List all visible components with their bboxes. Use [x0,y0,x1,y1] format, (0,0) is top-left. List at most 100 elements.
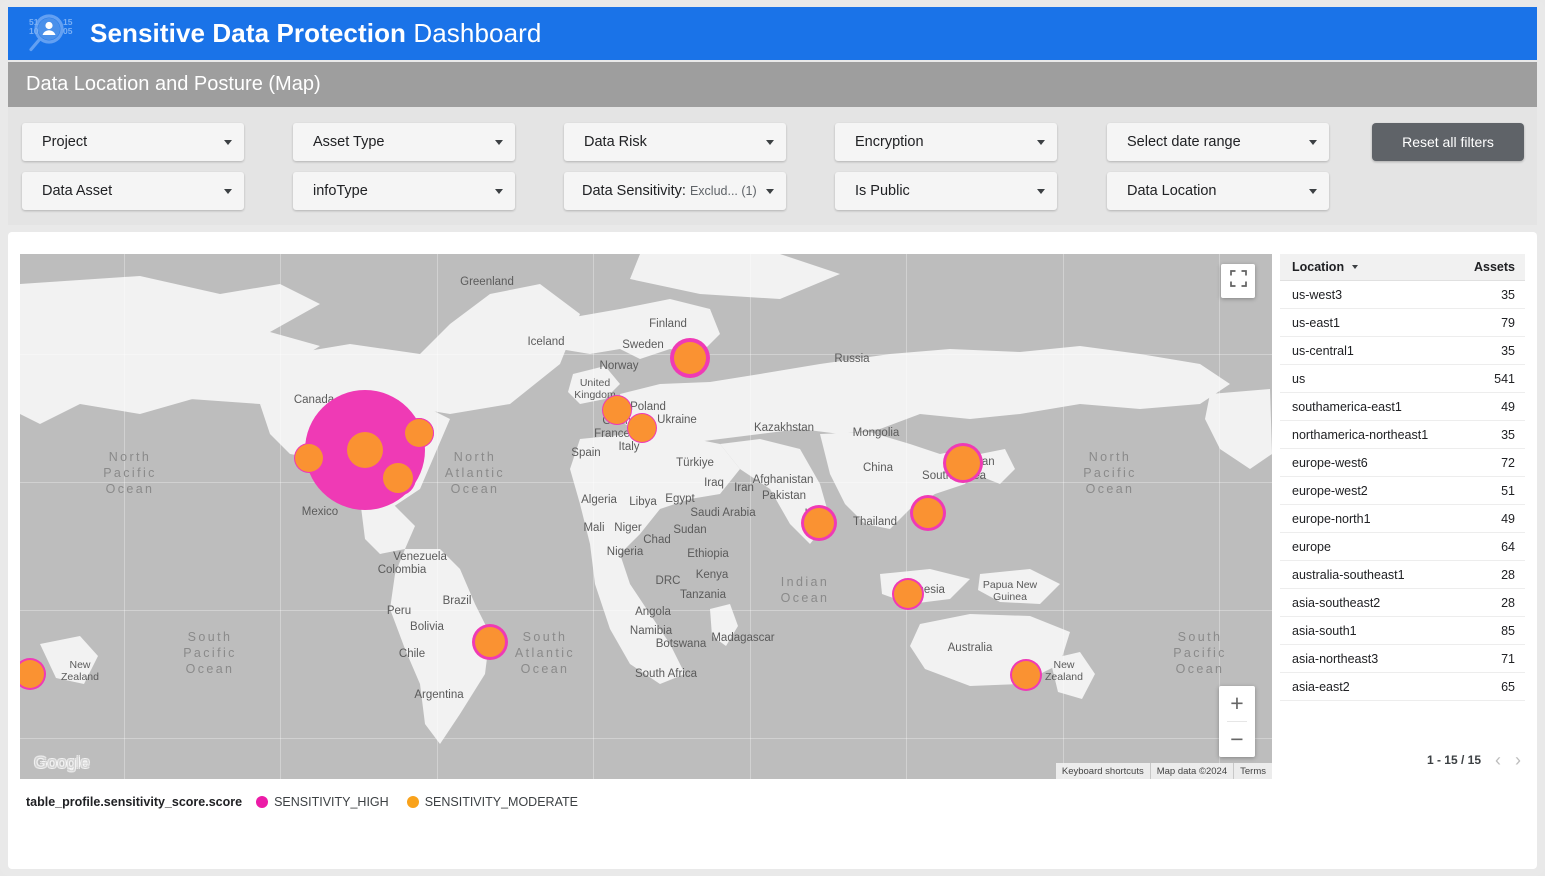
page-title: Sensitive Data Protection Dashboard [90,18,541,49]
cell-assets: 541 [1494,372,1515,386]
map-country-label: Norway [600,360,639,372]
map-data-bubble[interactable] [670,338,710,378]
filter-data-location[interactable]: Data Location [1107,172,1329,210]
chevron-down-icon [224,189,232,194]
cell-assets: 35 [1501,288,1515,302]
map-data-bubble[interactable] [892,578,924,610]
map-gridline-vertical [1063,254,1064,779]
legend-item-moderate[interactable]: SENSITIVITY_MODERATE [407,795,578,809]
cell-assets: 64 [1501,540,1515,554]
map-data-bubble[interactable] [801,505,837,541]
chevron-down-icon [1037,189,1045,194]
table-row[interactable]: us 541 [1280,365,1525,393]
map-country-label: France [594,428,630,440]
cell-assets: 49 [1501,512,1515,526]
sort-descending-icon[interactable] [1352,265,1358,269]
map-data-bubble[interactable] [1010,659,1042,691]
map-zoom-out-button[interactable]: − [1219,722,1255,757]
column-header-location[interactable]: Location [1292,260,1344,274]
filter-encryption-label: Encryption [855,134,1029,150]
table-row[interactable]: asia-southeast228 [1280,589,1525,617]
cell-assets: 85 [1501,624,1515,638]
map-data-bubble[interactable] [910,495,946,531]
map-gridline-vertical [124,254,125,779]
map-data-bubble[interactable] [380,460,416,496]
legend-item-high[interactable]: SENSITIVITY_HIGH [256,795,389,809]
map-country-label: Iraq [704,477,724,489]
table-row[interactable]: europe 64 [1280,533,1525,561]
filter-encryption[interactable]: Encryption [835,123,1057,161]
cell-location: northamerica-northeast1 [1292,428,1428,442]
table-row[interactable]: us-central135 [1280,337,1525,365]
map-country-label: Türkiye [676,457,714,469]
filter-data-risk[interactable]: Data Risk [564,123,786,161]
cell-location: europe-west6 [1292,456,1368,470]
map-ocean-label: South Pacific Ocean [1140,629,1260,677]
map-country-label: Peru [387,605,411,617]
chevron-down-icon [1309,140,1317,145]
map-ocean-label: North Pacific Ocean [1050,449,1170,497]
map-data-bubble[interactable] [472,624,508,660]
table-row[interactable]: southamerica-east149 [1280,393,1525,421]
map-data-bubble[interactable] [627,413,657,443]
app-header: 51 10 15 05 Sensitive Data Protection Da… [8,7,1537,60]
pagination-next-button[interactable]: › [1515,751,1521,769]
filter-data-sensitivity-value: Exclud... (1) [690,184,758,198]
reset-all-filters-button[interactable]: Reset all filters [1372,123,1524,161]
filter-data-risk-label: Data Risk [584,134,758,150]
cell-assets: 49 [1501,400,1515,414]
table-row[interactable]: europe-west6 72 [1280,449,1525,477]
filter-data-location-label: Data Location [1127,183,1301,199]
column-header-assets[interactable]: Assets [1474,260,1515,274]
filter-infotype[interactable]: infoType [293,172,515,210]
table-row[interactable]: australia-southeast128 [1280,561,1525,589]
filter-date-range[interactable]: Select date range [1107,123,1329,161]
filter-project[interactable]: Project [22,123,244,161]
map-country-label: Libya [629,496,657,508]
table-row[interactable]: asia-south185 [1280,617,1525,645]
map-country-label: Algeria [581,494,617,506]
map-country-label: New Zealand [1045,659,1083,683]
pagination-prev-button[interactable]: ‹ [1495,751,1501,769]
map-country-label: Colombia [378,564,427,576]
map-data-bubble[interactable] [294,443,324,473]
world-map[interactable]: North Pacific Ocean North Atlantic Ocean S… [20,254,1272,779]
cell-assets: 72 [1501,456,1515,470]
chevron-down-icon [766,189,774,194]
table-row[interactable]: europe-north149 [1280,505,1525,533]
map-country-label: Argentina [414,689,463,701]
map-ocean-label: North Atlantic Ocean [415,449,535,497]
terms-link[interactable]: Terms [1233,763,1272,779]
table-row[interactable]: europe-west251 [1280,477,1525,505]
table-row[interactable]: northamerica-northeast135 [1280,421,1525,449]
section-header: Data Location and Posture (Map) [8,62,1537,107]
map-zoom-in-button[interactable]: + [1219,686,1255,721]
cell-assets: 35 [1501,344,1515,358]
cell-location: us-east1 [1292,316,1340,330]
map-country-label: Saudi Arabia [690,507,755,519]
map-country-label: Finland [649,318,687,330]
map-country-label: Russia [834,353,869,365]
svg-text:05: 05 [63,26,73,36]
filter-data-sensitivity[interactable]: Data Sensitivity: Exclud... (1) [564,172,786,210]
map-fullscreen-button[interactable] [1221,264,1255,298]
table-row[interactable]: us-east179 [1280,309,1525,337]
map-data-bubble[interactable] [943,443,983,483]
cell-location: us [1292,372,1305,386]
filter-asset-type[interactable]: Asset Type [293,123,515,161]
chevron-down-icon [495,189,503,194]
map-country-label: Kazakhstan [754,422,814,434]
filter-data-asset[interactable]: Data Asset [22,172,244,210]
table-row[interactable]: asia-east265 [1280,673,1525,701]
table-row[interactable]: us-west335 [1280,281,1525,309]
cell-location: australia-southeast1 [1292,568,1405,582]
page-title-bold: Sensitive Data Protection [90,18,406,48]
table-row[interactable]: asia-northeast371 [1280,645,1525,673]
filter-is-public[interactable]: Is Public [835,172,1057,210]
keyboard-shortcuts-link[interactable]: Keyboard shortcuts [1056,763,1150,779]
map-country-label: Australia [948,642,993,654]
cell-location: europe [1292,540,1331,554]
filter-data-sensitivity-label: Data Sensitivity: [582,183,686,199]
map-country-label: Italy [618,441,639,453]
map-data-bubble[interactable] [404,418,434,448]
